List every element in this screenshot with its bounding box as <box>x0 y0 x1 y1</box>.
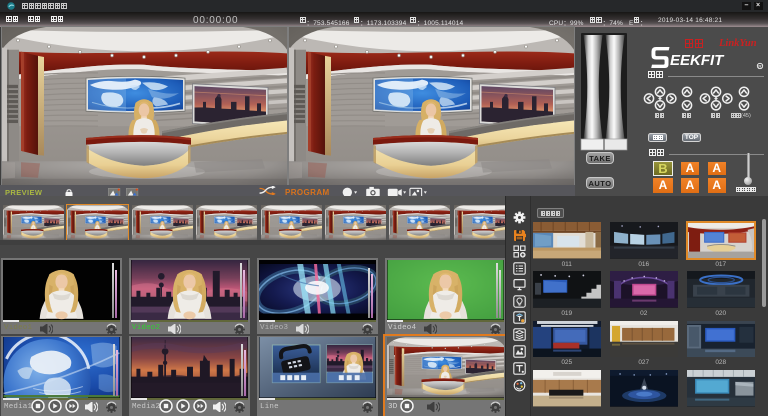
svg-text:R: R <box>758 64 762 70</box>
svg-text:EEKFIT: EEKFIT <box>670 52 725 69</box>
